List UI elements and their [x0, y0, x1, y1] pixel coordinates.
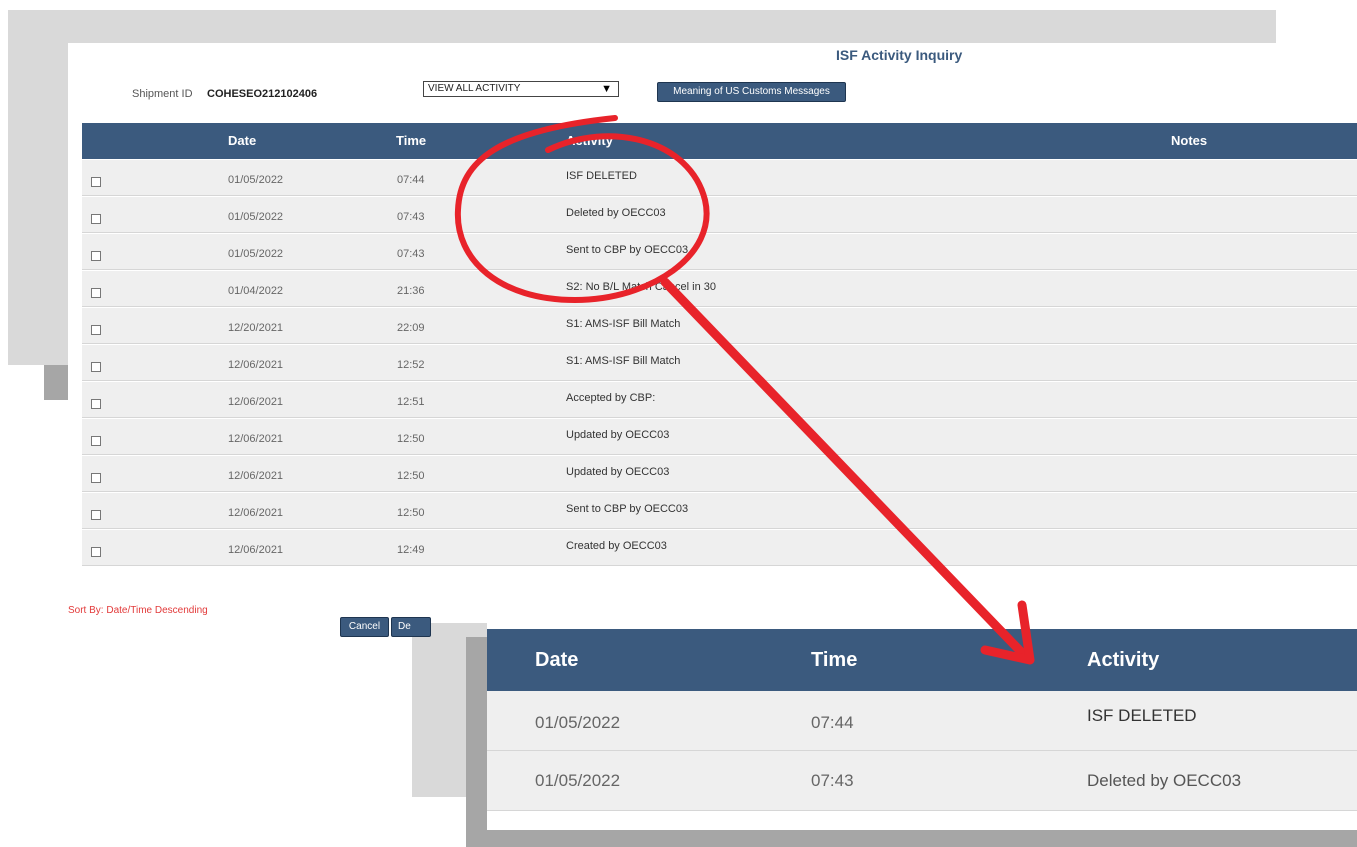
row-time: 07:43 [397, 248, 425, 260]
zoom-row-time: 07:44 [811, 713, 854, 732]
shipment-id-value: COHESEO212102406 [207, 88, 318, 100]
row-checkbox[interactable] [91, 473, 101, 483]
table-row[interactable]: 01/05/2022 07:44 ISF DELETED [82, 160, 1357, 196]
zoom-column-header-activity: Activity [1087, 649, 1160, 671]
zoom-row-activity: Deleted by OECC03 [1087, 771, 1242, 790]
row-activity: Accepted by CBP: [566, 392, 656, 404]
row-date: 01/05/2022 [228, 174, 284, 186]
row-activity: Updated by OECC03 [566, 466, 670, 478]
zoom-row-activity: ISF DELETED [1087, 706, 1197, 725]
row-checkbox[interactable] [91, 325, 101, 335]
row-date: 01/05/2022 [228, 248, 284, 260]
row-checkbox[interactable] [91, 288, 101, 298]
shipment-id-label: Shipment ID [132, 88, 193, 100]
row-activity: ISF DELETED [566, 170, 637, 182]
row-activity: S1: AMS-ISF Bill Match [566, 355, 681, 367]
zoom-table-row: 01/05/2022 07:43 Deleted by OECC03 [487, 751, 1357, 811]
row-time: 12:52 [397, 359, 425, 371]
table-row[interactable]: 01/05/2022 07:43 Deleted by OECC03 [82, 197, 1357, 233]
row-date: 12/06/2021 [228, 544, 284, 556]
row-checkbox[interactable] [91, 436, 101, 446]
row-date: 12/06/2021 [228, 507, 284, 519]
row-activity: Updated by OECC03 [566, 429, 670, 441]
column-header-activity[interactable]: Activity [566, 133, 613, 148]
column-header-time[interactable]: Time [396, 133, 426, 148]
sort-by-label: Sort By: Date/Time Descending [68, 605, 208, 616]
row-date: 12/06/2021 [228, 470, 284, 482]
row-date: 12/06/2021 [228, 359, 284, 371]
row-checkbox[interactable] [91, 214, 101, 224]
page-title: ISF Activity Inquiry [836, 47, 963, 63]
table-row[interactable]: 12/06/2021 12:52 S1: AMS-ISF Bill Match [82, 345, 1357, 381]
activity-filter-select[interactable]: VIEW ALL ACTIVITY ▼ [423, 81, 619, 97]
row-time: 12:50 [397, 507, 425, 519]
row-time: 22:09 [397, 322, 425, 334]
row-checkbox[interactable] [91, 362, 101, 372]
row-time: 21:36 [397, 285, 425, 297]
row-checkbox[interactable] [91, 251, 101, 261]
zoom-table-row: 01/05/2022 07:44 ISF DELETED [487, 691, 1357, 751]
row-checkbox[interactable] [91, 399, 101, 409]
row-time: 12:49 [397, 544, 425, 556]
table-row[interactable]: 12/06/2021 12:49 Created by OECC03 [82, 530, 1357, 566]
row-time: 12:50 [397, 470, 425, 482]
row-activity: Deleted by OECC03 [566, 207, 666, 219]
zoom-row-date: 01/05/2022 [535, 771, 621, 790]
row-checkbox[interactable] [91, 177, 101, 187]
row-checkbox[interactable] [91, 510, 101, 520]
row-date: 01/05/2022 [228, 211, 284, 223]
row-activity: S2: No B/L Match Cancel in 30 [566, 281, 717, 293]
chevron-down-icon: ▼ [601, 83, 612, 95]
table-row[interactable]: 01/04/2022 21:36 S2: No B/L Match Cancel… [82, 271, 1357, 307]
zoom-table-header: Date Time Activity [487, 629, 1357, 691]
row-time: 12:50 [397, 433, 425, 445]
column-header-date[interactable]: Date [228, 133, 256, 148]
zoom-column-header-time: Time [811, 649, 858, 671]
row-time: 12:51 [397, 396, 425, 408]
table-header: Date Time Activity Notes [82, 123, 1357, 159]
row-time: 07:44 [397, 174, 425, 186]
row-date: 01/04/2022 [228, 285, 284, 297]
table-row[interactable]: 12/06/2021 12:50 Updated by OECC03 [82, 419, 1357, 455]
zoom-column-header-date: Date [535, 649, 579, 671]
table-row[interactable]: 12/20/2021 22:09 S1: AMS-ISF Bill Match [82, 308, 1357, 344]
row-activity: S1: AMS-ISF Bill Match [566, 318, 681, 330]
cancel-button[interactable]: Cancel [340, 617, 389, 637]
table-row[interactable]: 01/05/2022 07:43 Sent to CBP by OECC03 [82, 234, 1357, 270]
column-header-notes[interactable]: Notes [1171, 133, 1207, 148]
row-date: 12/06/2021 [228, 396, 284, 408]
row-activity: Created by OECC03 [566, 540, 667, 552]
filter-selected-value: VIEW ALL ACTIVITY [428, 83, 521, 94]
row-date: 12/06/2021 [228, 433, 284, 445]
table-row[interactable]: 12/06/2021 12:51 Accepted by CBP: [82, 382, 1357, 418]
row-activity: Sent to CBP by OECC03 [566, 503, 689, 515]
meaning-of-messages-button[interactable]: Meaning of US Customs Messages [657, 82, 846, 102]
row-checkbox[interactable] [91, 547, 101, 557]
table-row[interactable]: 12/06/2021 12:50 Updated by OECC03 [82, 456, 1357, 492]
delete-button[interactable]: De [391, 617, 431, 637]
table-row[interactable]: 12/06/2021 12:50 Sent to CBP by OECC03 [82, 493, 1357, 529]
zoom-row-date: 01/05/2022 [535, 713, 621, 732]
row-time: 07:43 [397, 211, 425, 223]
row-activity: Sent to CBP by OECC03 [566, 244, 689, 256]
zoom-detail-panel: Date Time Activity 01/05/2022 07:44 ISF … [487, 607, 1357, 830]
row-date: 12/20/2021 [228, 322, 284, 334]
zoom-row-time: 07:43 [811, 771, 854, 790]
